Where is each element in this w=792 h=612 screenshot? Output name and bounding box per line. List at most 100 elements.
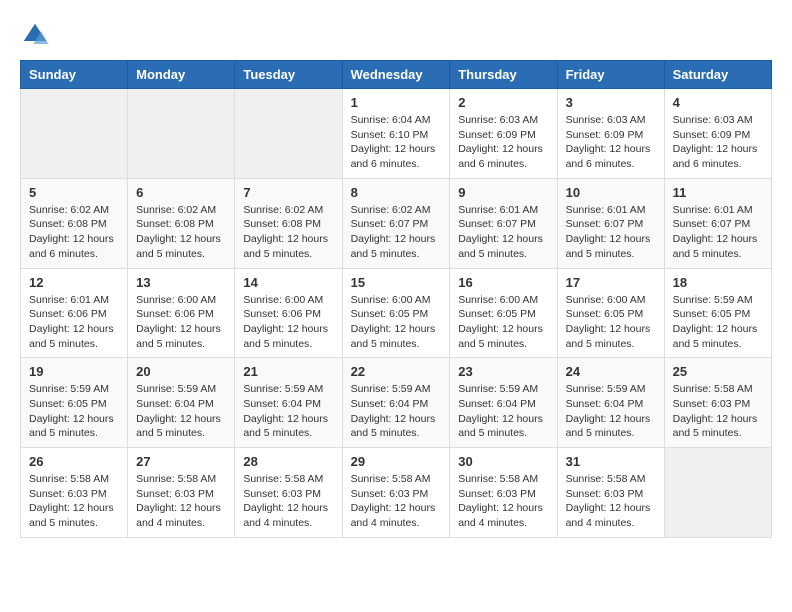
day-cell: 28 Sunrise: 5:58 AM Sunset: 6:03 PM Dayli… bbox=[235, 448, 342, 538]
day-info: Sunrise: 6:00 AM Sunset: 6:05 PM Dayligh… bbox=[566, 293, 656, 352]
header-cell-friday: Friday bbox=[557, 61, 664, 89]
day-number: 30 bbox=[458, 454, 548, 469]
day-cell: 6 Sunrise: 6:02 AM Sunset: 6:08 PM Daylig… bbox=[128, 178, 235, 268]
header-cell-saturday: Saturday bbox=[664, 61, 771, 89]
week-row-1: 1 Sunrise: 6:04 AM Sunset: 6:10 PM Daylig… bbox=[21, 89, 772, 179]
day-info: Sunrise: 6:00 AM Sunset: 6:05 PM Dayligh… bbox=[351, 293, 442, 352]
day-info: Sunrise: 5:58 AM Sunset: 6:03 PM Dayligh… bbox=[351, 472, 442, 531]
day-number: 31 bbox=[566, 454, 656, 469]
day-number: 17 bbox=[566, 275, 656, 290]
day-number: 9 bbox=[458, 185, 548, 200]
day-cell bbox=[664, 448, 771, 538]
day-cell: 31 Sunrise: 5:58 AM Sunset: 6:03 PM Dayli… bbox=[557, 448, 664, 538]
day-number: 6 bbox=[136, 185, 226, 200]
day-info: Sunrise: 5:59 AM Sunset: 6:04 PM Dayligh… bbox=[458, 382, 548, 441]
day-number: 4 bbox=[673, 95, 763, 110]
day-number: 21 bbox=[243, 364, 333, 379]
header-cell-thursday: Thursday bbox=[450, 61, 557, 89]
logo-icon bbox=[20, 20, 50, 50]
page-header bbox=[20, 20, 772, 50]
day-number: 5 bbox=[29, 185, 119, 200]
header-row: SundayMondayTuesdayWednesdayThursdayFrid… bbox=[21, 61, 772, 89]
day-info: Sunrise: 6:03 AM Sunset: 6:09 PM Dayligh… bbox=[566, 113, 656, 172]
calendar-header: SundayMondayTuesdayWednesdayThursdayFrid… bbox=[21, 61, 772, 89]
day-cell: 20 Sunrise: 5:59 AM Sunset: 6:04 PM Dayli… bbox=[128, 358, 235, 448]
day-cell: 12 Sunrise: 6:01 AM Sunset: 6:06 PM Dayli… bbox=[21, 268, 128, 358]
day-cell: 26 Sunrise: 5:58 AM Sunset: 6:03 PM Dayli… bbox=[21, 448, 128, 538]
day-number: 13 bbox=[136, 275, 226, 290]
day-cell: 19Sunrise: 5:59 AM Sunset: 6:05 PM Dayli… bbox=[21, 358, 128, 448]
day-number: 2 bbox=[458, 95, 548, 110]
header-cell-monday: Monday bbox=[128, 61, 235, 89]
day-number: 25 bbox=[673, 364, 763, 379]
day-number: 26 bbox=[29, 454, 119, 469]
day-cell: 15 Sunrise: 6:00 AM Sunset: 6:05 PM Dayli… bbox=[342, 268, 450, 358]
day-number: 29 bbox=[351, 454, 442, 469]
day-info: Sunrise: 6:02 AM Sunset: 6:08 PM Dayligh… bbox=[136, 203, 226, 262]
week-row-4: 19Sunrise: 5:59 AM Sunset: 6:05 PM Dayli… bbox=[21, 358, 772, 448]
day-info: Sunrise: 5:58 AM Sunset: 6:03 PM Dayligh… bbox=[566, 472, 656, 531]
week-row-3: 12 Sunrise: 6:01 AM Sunset: 6:06 PM Dayli… bbox=[21, 268, 772, 358]
day-cell: 21 Sunrise: 5:59 AM Sunset: 6:04 PM Dayli… bbox=[235, 358, 342, 448]
day-number: 23 bbox=[458, 364, 548, 379]
day-cell: 7 Sunrise: 6:02 AM Sunset: 6:08 PM Daylig… bbox=[235, 178, 342, 268]
day-cell: 1 Sunrise: 6:04 AM Sunset: 6:10 PM Daylig… bbox=[342, 89, 450, 179]
day-info: Sunrise: 6:03 AM Sunset: 6:09 PM Dayligh… bbox=[673, 113, 763, 172]
day-number: 27 bbox=[136, 454, 226, 469]
day-number: 12 bbox=[29, 275, 119, 290]
day-cell: 8 Sunrise: 6:02 AM Sunset: 6:07 PM Daylig… bbox=[342, 178, 450, 268]
day-cell: 14 Sunrise: 6:00 AM Sunset: 6:06 PM Dayli… bbox=[235, 268, 342, 358]
day-cell: 3Sunrise: 6:03 AM Sunset: 6:09 PM Daylig… bbox=[557, 89, 664, 179]
day-info: Sunrise: 6:02 AM Sunset: 6:08 PM Dayligh… bbox=[243, 203, 333, 262]
day-number: 24 bbox=[566, 364, 656, 379]
day-cell: 24 Sunrise: 5:59 AM Sunset: 6:04 PM Dayli… bbox=[557, 358, 664, 448]
day-cell: 25 Sunrise: 5:58 AM Sunset: 6:03 PM Dayli… bbox=[664, 358, 771, 448]
day-number: 8 bbox=[351, 185, 442, 200]
day-number: 14 bbox=[243, 275, 333, 290]
day-cell: 29 Sunrise: 5:58 AM Sunset: 6:03 PM Dayli… bbox=[342, 448, 450, 538]
day-number: 16 bbox=[458, 275, 548, 290]
day-info: Sunrise: 5:59 AM Sunset: 6:04 PM Dayligh… bbox=[243, 382, 333, 441]
day-info: Sunrise: 5:59 AM Sunset: 6:04 PM Dayligh… bbox=[136, 382, 226, 441]
day-number: 15 bbox=[351, 275, 442, 290]
day-info: Sunrise: 6:01 AM Sunset: 6:07 PM Dayligh… bbox=[566, 203, 656, 262]
day-cell: 10 Sunrise: 6:01 AM Sunset: 6:07 PM Dayli… bbox=[557, 178, 664, 268]
week-row-2: 5 Sunrise: 6:02 AM Sunset: 6:08 PM Daylig… bbox=[21, 178, 772, 268]
day-info: Sunrise: 6:01 AM Sunset: 6:07 PM Dayligh… bbox=[673, 203, 763, 262]
day-cell: 2 Sunrise: 6:03 AM Sunset: 6:09 PM Daylig… bbox=[450, 89, 557, 179]
day-info: Sunrise: 6:00 AM Sunset: 6:06 PM Dayligh… bbox=[243, 293, 333, 352]
day-info: Sunrise: 5:58 AM Sunset: 6:03 PM Dayligh… bbox=[458, 472, 548, 531]
day-number: 22 bbox=[351, 364, 442, 379]
day-cell: 16Sunrise: 6:00 AM Sunset: 6:05 PM Dayli… bbox=[450, 268, 557, 358]
day-info: Sunrise: 5:58 AM Sunset: 6:03 PM Dayligh… bbox=[243, 472, 333, 531]
calendar-table: SundayMondayTuesdayWednesdayThursdayFrid… bbox=[20, 60, 772, 538]
day-cell bbox=[21, 89, 128, 179]
day-number: 10 bbox=[566, 185, 656, 200]
day-cell: 17 Sunrise: 6:00 AM Sunset: 6:05 PM Dayli… bbox=[557, 268, 664, 358]
day-number: 20 bbox=[136, 364, 226, 379]
day-cell: 22Sunrise: 5:59 AM Sunset: 6:04 PM Dayli… bbox=[342, 358, 450, 448]
day-cell: 13 Sunrise: 6:00 AM Sunset: 6:06 PM Dayli… bbox=[128, 268, 235, 358]
day-info: Sunrise: 6:04 AM Sunset: 6:10 PM Dayligh… bbox=[351, 113, 442, 172]
day-number: 11 bbox=[673, 185, 763, 200]
day-info: Sunrise: 5:59 AM Sunset: 6:05 PM Dayligh… bbox=[29, 382, 119, 441]
day-number: 1 bbox=[351, 95, 442, 110]
day-cell: 18Sunrise: 5:59 AM Sunset: 6:05 PM Dayli… bbox=[664, 268, 771, 358]
day-info: Sunrise: 5:58 AM Sunset: 6:03 PM Dayligh… bbox=[673, 382, 763, 441]
day-cell: 30 Sunrise: 5:58 AM Sunset: 6:03 PM Dayli… bbox=[450, 448, 557, 538]
day-number: 28 bbox=[243, 454, 333, 469]
day-info: Sunrise: 6:02 AM Sunset: 6:08 PM Dayligh… bbox=[29, 203, 119, 262]
day-cell bbox=[235, 89, 342, 179]
day-cell bbox=[128, 89, 235, 179]
day-info: Sunrise: 6:01 AM Sunset: 6:07 PM Dayligh… bbox=[458, 203, 548, 262]
day-info: Sunrise: 6:02 AM Sunset: 6:07 PM Dayligh… bbox=[351, 203, 442, 262]
day-info: Sunrise: 6:03 AM Sunset: 6:09 PM Dayligh… bbox=[458, 113, 548, 172]
day-cell: 4 Sunrise: 6:03 AM Sunset: 6:09 PM Daylig… bbox=[664, 89, 771, 179]
day-info: Sunrise: 6:00 AM Sunset: 6:06 PM Dayligh… bbox=[136, 293, 226, 352]
day-info: Sunrise: 5:59 AM Sunset: 6:04 PM Dayligh… bbox=[566, 382, 656, 441]
day-cell: 9 Sunrise: 6:01 AM Sunset: 6:07 PM Daylig… bbox=[450, 178, 557, 268]
day-info: Sunrise: 5:58 AM Sunset: 6:03 PM Dayligh… bbox=[29, 472, 119, 531]
day-info: Sunrise: 6:01 AM Sunset: 6:06 PM Dayligh… bbox=[29, 293, 119, 352]
day-cell: 27Sunrise: 5:58 AM Sunset: 6:03 PM Dayli… bbox=[128, 448, 235, 538]
day-number: 7 bbox=[243, 185, 333, 200]
